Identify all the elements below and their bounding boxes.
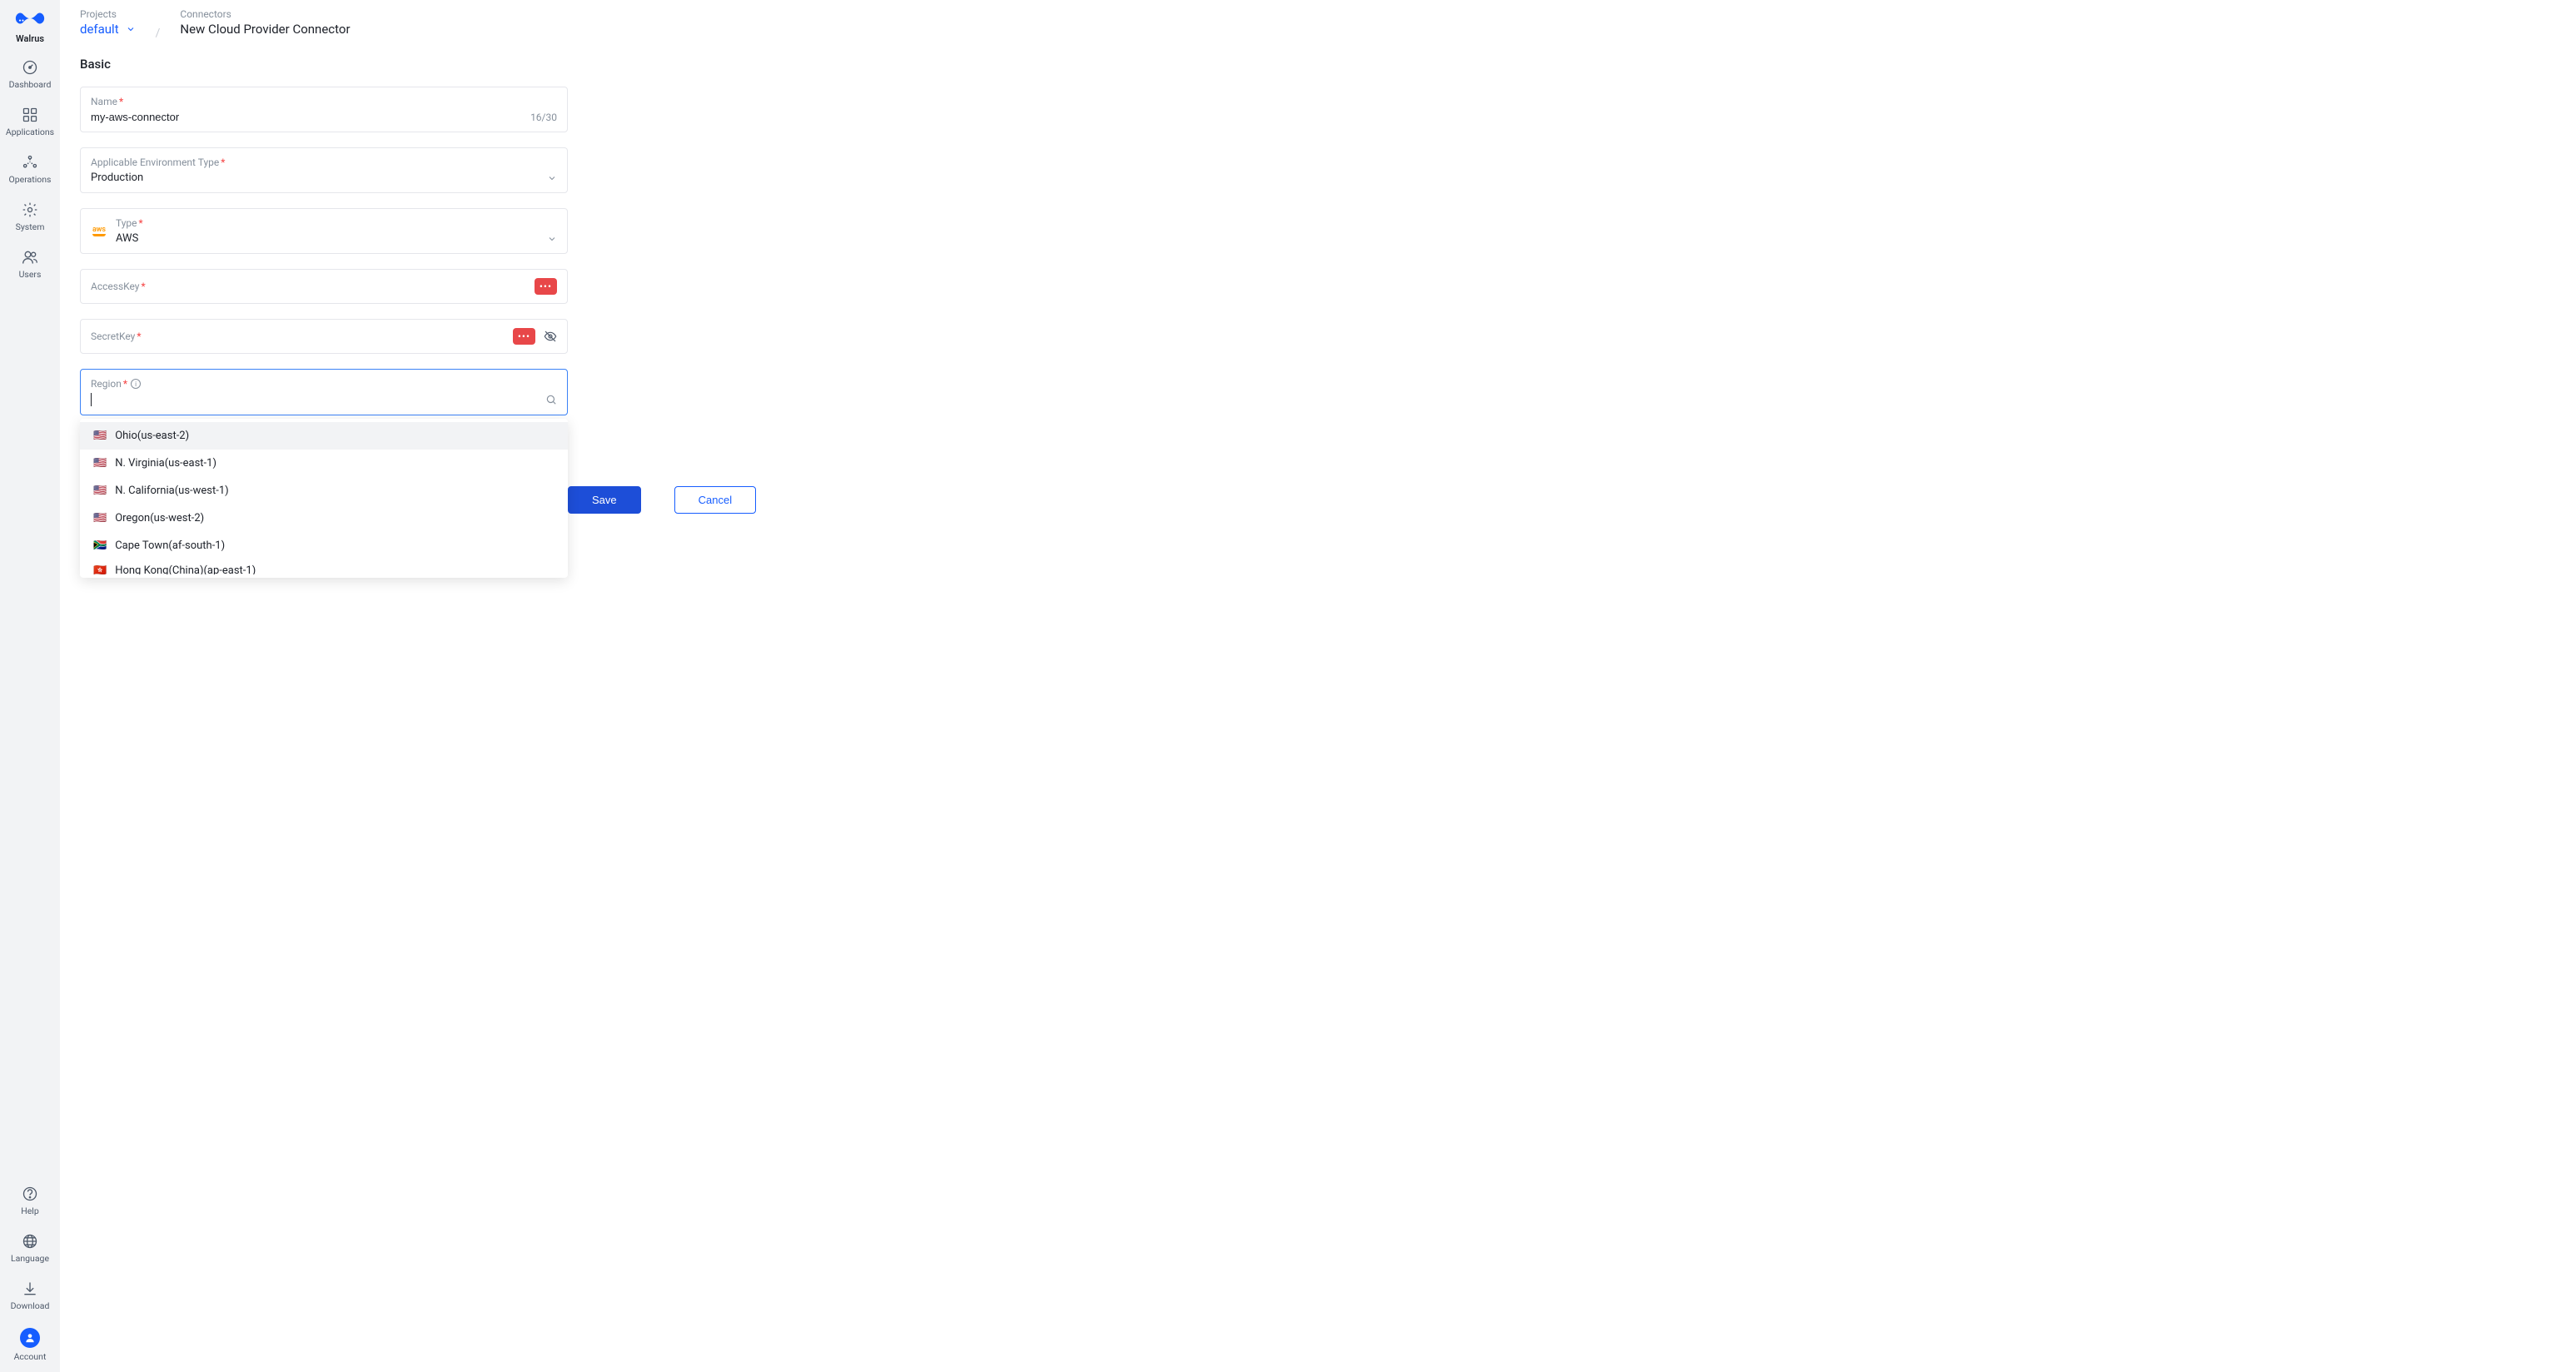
region-option-label: N. Virginia(us-east-1) bbox=[115, 457, 216, 470]
env-type-value: Production bbox=[91, 172, 547, 184]
logo[interactable]: Walrus bbox=[0, 0, 60, 49]
chevron-down-icon bbox=[126, 24, 136, 34]
name-input[interactable] bbox=[91, 111, 530, 123]
breadcrumb-connectors: Connectors New Cloud Provider Connector bbox=[180, 8, 350, 37]
field-label: Type* bbox=[116, 217, 557, 229]
region-option-label: Cape Town(af-south-1) bbox=[115, 539, 225, 552]
breadcrumb-separator: / bbox=[156, 8, 161, 40]
save-button[interactable]: Save bbox=[568, 486, 641, 514]
region-option-label: Hong Kong(China)(ap-east-1) bbox=[115, 564, 256, 574]
applications-icon bbox=[22, 107, 38, 123]
sidebar-item-dashboard[interactable]: Dashboard bbox=[0, 49, 60, 97]
operations-icon bbox=[22, 154, 38, 171]
sidebar-item-label: Language bbox=[11, 1253, 49, 1264]
help-icon bbox=[22, 1186, 38, 1202]
required-mark: * bbox=[137, 331, 141, 342]
region-option-label: Ohio(us-east-2) bbox=[115, 430, 189, 442]
char-counter: 16/30 bbox=[530, 112, 557, 123]
flag-icon: 🇺🇸 bbox=[93, 430, 107, 442]
sidebar-item-label: Help bbox=[21, 1205, 39, 1216]
aws-icon: aws bbox=[91, 226, 107, 236]
breadcrumb-label: Connectors bbox=[180, 8, 350, 20]
type-field[interactable]: aws Type* AWS bbox=[80, 208, 568, 254]
sidebar-item-download[interactable]: Download bbox=[0, 1270, 60, 1318]
breadcrumb: Projects default / Connectors New Cloud … bbox=[80, 8, 2556, 40]
main-content: Projects default / Connectors New Cloud … bbox=[60, 0, 2576, 1372]
field-label: Region* i bbox=[91, 378, 557, 390]
type-value: AWS bbox=[116, 232, 547, 245]
flag-icon: 🇿🇦 bbox=[93, 539, 107, 552]
sidebar-item-label: Operations bbox=[9, 174, 52, 185]
sidebar-item-label: Applications bbox=[6, 127, 54, 137]
required-mark: * bbox=[139, 217, 143, 229]
name-field[interactable]: Name* 16/30 bbox=[80, 87, 568, 132]
sidebar-item-applications[interactable]: Applications bbox=[0, 97, 60, 144]
sidebar-item-label: Account bbox=[14, 1351, 47, 1362]
required-mark: * bbox=[123, 378, 127, 390]
sidebar-item-account[interactable]: Account bbox=[0, 1318, 60, 1372]
flag-icon: 🇭🇰 bbox=[93, 564, 107, 574]
region-search-input[interactable] bbox=[92, 394, 545, 406]
chevron-down-icon[interactable] bbox=[547, 173, 557, 183]
info-icon[interactable]: i bbox=[131, 379, 141, 389]
project-selector[interactable]: default bbox=[80, 22, 136, 37]
sidebar-item-label: Users bbox=[19, 269, 42, 280]
masked-value-chip[interactable]: ••• bbox=[513, 328, 535, 345]
field-label: Applicable Environment Type* bbox=[91, 157, 557, 168]
breadcrumb-label: Projects bbox=[80, 8, 136, 20]
sidebar: Walrus Dashboard Applic bbox=[0, 0, 60, 1372]
region-option[interactable]: 🇺🇸 N. Virginia(us-east-1) bbox=[80, 450, 568, 477]
region-dropdown: 🇺🇸 Ohio(us-east-2) 🇺🇸 N. Virginia(us-east-1… bbox=[80, 419, 568, 578]
project-name: default bbox=[80, 22, 119, 37]
logo-text: Walrus bbox=[5, 33, 55, 44]
masked-value-chip[interactable]: ••• bbox=[535, 278, 557, 295]
region-option-label: Oregon(us-west-2) bbox=[115, 512, 204, 524]
nav-footer: Help Language Download bbox=[0, 1176, 60, 1372]
eye-off-icon[interactable] bbox=[544, 330, 557, 343]
required-mark: * bbox=[221, 157, 225, 168]
region-option[interactable]: 🇺🇸 N. California(us-west-1) bbox=[80, 477, 568, 505]
sidebar-item-system[interactable]: System bbox=[0, 191, 60, 239]
required-mark: * bbox=[141, 281, 145, 292]
field-label: SecretKey* bbox=[91, 331, 142, 342]
env-type-field[interactable]: Applicable Environment Type* Production bbox=[80, 147, 568, 193]
region-option[interactable]: 🇺🇸 Oregon(us-west-2) bbox=[80, 505, 568, 532]
breadcrumb-projects: Projects default bbox=[80, 8, 136, 37]
sidebar-item-users[interactable]: Users bbox=[0, 239, 60, 286]
page-title: New Cloud Provider Connector bbox=[180, 22, 350, 37]
nav-main: Dashboard Applications bbox=[0, 49, 60, 1176]
download-icon bbox=[22, 1280, 38, 1297]
chevron-down-icon[interactable] bbox=[547, 234, 557, 244]
users-icon bbox=[22, 249, 38, 266]
access-key-field[interactable]: AccessKey* ••• bbox=[80, 269, 568, 304]
sidebar-item-label: Download bbox=[11, 1300, 50, 1311]
region-option-label: N. California(us-west-1) bbox=[115, 485, 229, 497]
globe-icon bbox=[22, 1233, 38, 1250]
region-option[interactable]: 🇿🇦 Cape Town(af-south-1) bbox=[80, 532, 568, 559]
sidebar-item-help[interactable]: Help bbox=[0, 1176, 60, 1223]
region-field[interactable]: Region* i bbox=[80, 369, 568, 415]
required-mark: * bbox=[119, 96, 123, 107]
sidebar-item-language[interactable]: Language bbox=[0, 1223, 60, 1270]
field-label: Name* bbox=[91, 96, 557, 107]
walrus-logo-icon bbox=[12, 8, 47, 28]
search-icon bbox=[545, 394, 557, 405]
section-title-basic: Basic bbox=[80, 57, 2556, 72]
secret-key-field[interactable]: SecretKey* ••• bbox=[80, 319, 568, 354]
settings-icon bbox=[22, 201, 38, 218]
avatar bbox=[20, 1328, 40, 1348]
dashboard-icon bbox=[22, 59, 38, 76]
region-option[interactable]: 🇭🇰 Hong Kong(China)(ap-east-1) bbox=[80, 559, 568, 574]
sidebar-item-label: Dashboard bbox=[9, 79, 52, 90]
region-option[interactable]: 🇺🇸 Ohio(us-east-2) bbox=[80, 422, 568, 450]
sidebar-item-label: System bbox=[16, 221, 45, 232]
field-label: AccessKey* bbox=[91, 281, 146, 292]
form-buttons: Save Cancel bbox=[568, 486, 2556, 514]
flag-icon: 🇺🇸 bbox=[93, 512, 107, 524]
flag-icon: 🇺🇸 bbox=[93, 457, 107, 470]
flag-icon: 🇺🇸 bbox=[93, 485, 107, 497]
cancel-button[interactable]: Cancel bbox=[674, 486, 756, 514]
sidebar-item-operations[interactable]: Operations bbox=[0, 144, 60, 191]
